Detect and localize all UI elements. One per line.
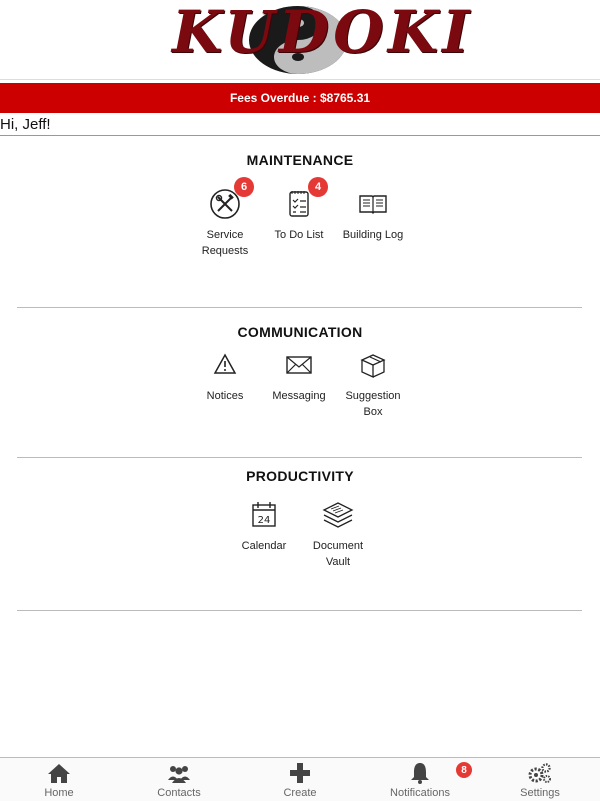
nav-settings[interactable]: Settings — [495, 762, 585, 799]
building-log-label: Building Log — [342, 229, 404, 241]
brand-logo-text: KUDOKI — [172, 0, 474, 66]
stacked-documents-icon — [321, 498, 355, 532]
calendar-day-text: 24 — [258, 515, 271, 526]
nav-contacts[interactable]: Contacts — [134, 762, 224, 799]
to-do-list-badge: 4 — [308, 177, 328, 197]
nav-create[interactable]: Create — [255, 762, 345, 799]
plus-icon — [290, 763, 310, 783]
service-requests-badge: 6 — [234, 177, 254, 197]
document-vault-tile[interactable]: Document Vault — [293, 498, 383, 570]
nav-notifications[interactable]: Notifications — [375, 762, 465, 799]
productivity-divider — [17, 610, 582, 611]
tools-icon: 6 — [208, 177, 254, 221]
communication-divider — [17, 457, 582, 458]
warning-icon — [208, 348, 242, 382]
nav-create-label: Create — [283, 787, 317, 799]
bottom-navigation-bar: Home Contacts Create Notifications 8 Set… — [0, 757, 600, 801]
box-icon — [356, 348, 390, 382]
checklist-icon: 4 — [282, 177, 328, 221]
fees-overdue-banner[interactable]: Fees Overdue : $8765.31 — [0, 83, 600, 113]
nav-contacts-label: Contacts — [157, 787, 201, 799]
nav-home-label: Home — [44, 787, 74, 799]
maintenance-section-title: MAINTENANCE — [246, 152, 354, 168]
suggestion-box-tile[interactable]: Suggestion Box — [328, 348, 418, 420]
book-icon — [356, 187, 390, 221]
communication-section-title: COMMUNICATION — [237, 324, 363, 340]
home-icon — [48, 764, 70, 783]
contacts-icon — [168, 766, 190, 783]
greeting-text: Hi, Jeff! — [0, 116, 51, 133]
gears-icon — [528, 763, 551, 783]
fees-overdue-label: Fees Overdue : $8765.31 — [229, 91, 371, 105]
bell-icon — [411, 763, 429, 784]
nav-home[interactable]: Home — [14, 762, 104, 799]
suggestion-box-label: Suggestion Box — [345, 390, 401, 418]
app-header: KUDOKI — [0, 0, 600, 82]
maintenance-divider — [17, 307, 582, 308]
calendar-icon: 24 — [247, 498, 281, 532]
nav-settings-label: Settings — [520, 787, 560, 799]
notifications-badge: 8 — [456, 762, 472, 778]
greeting-divider — [0, 135, 600, 136]
productivity-section-title: PRODUCTIVITY — [246, 468, 354, 484]
document-vault-label: Document Vault — [312, 540, 364, 568]
nav-notifications-label: Notifications — [390, 787, 450, 799]
header-divider — [0, 79, 600, 80]
building-log-tile[interactable]: Building Log — [328, 187, 418, 243]
envelope-icon — [282, 348, 316, 382]
